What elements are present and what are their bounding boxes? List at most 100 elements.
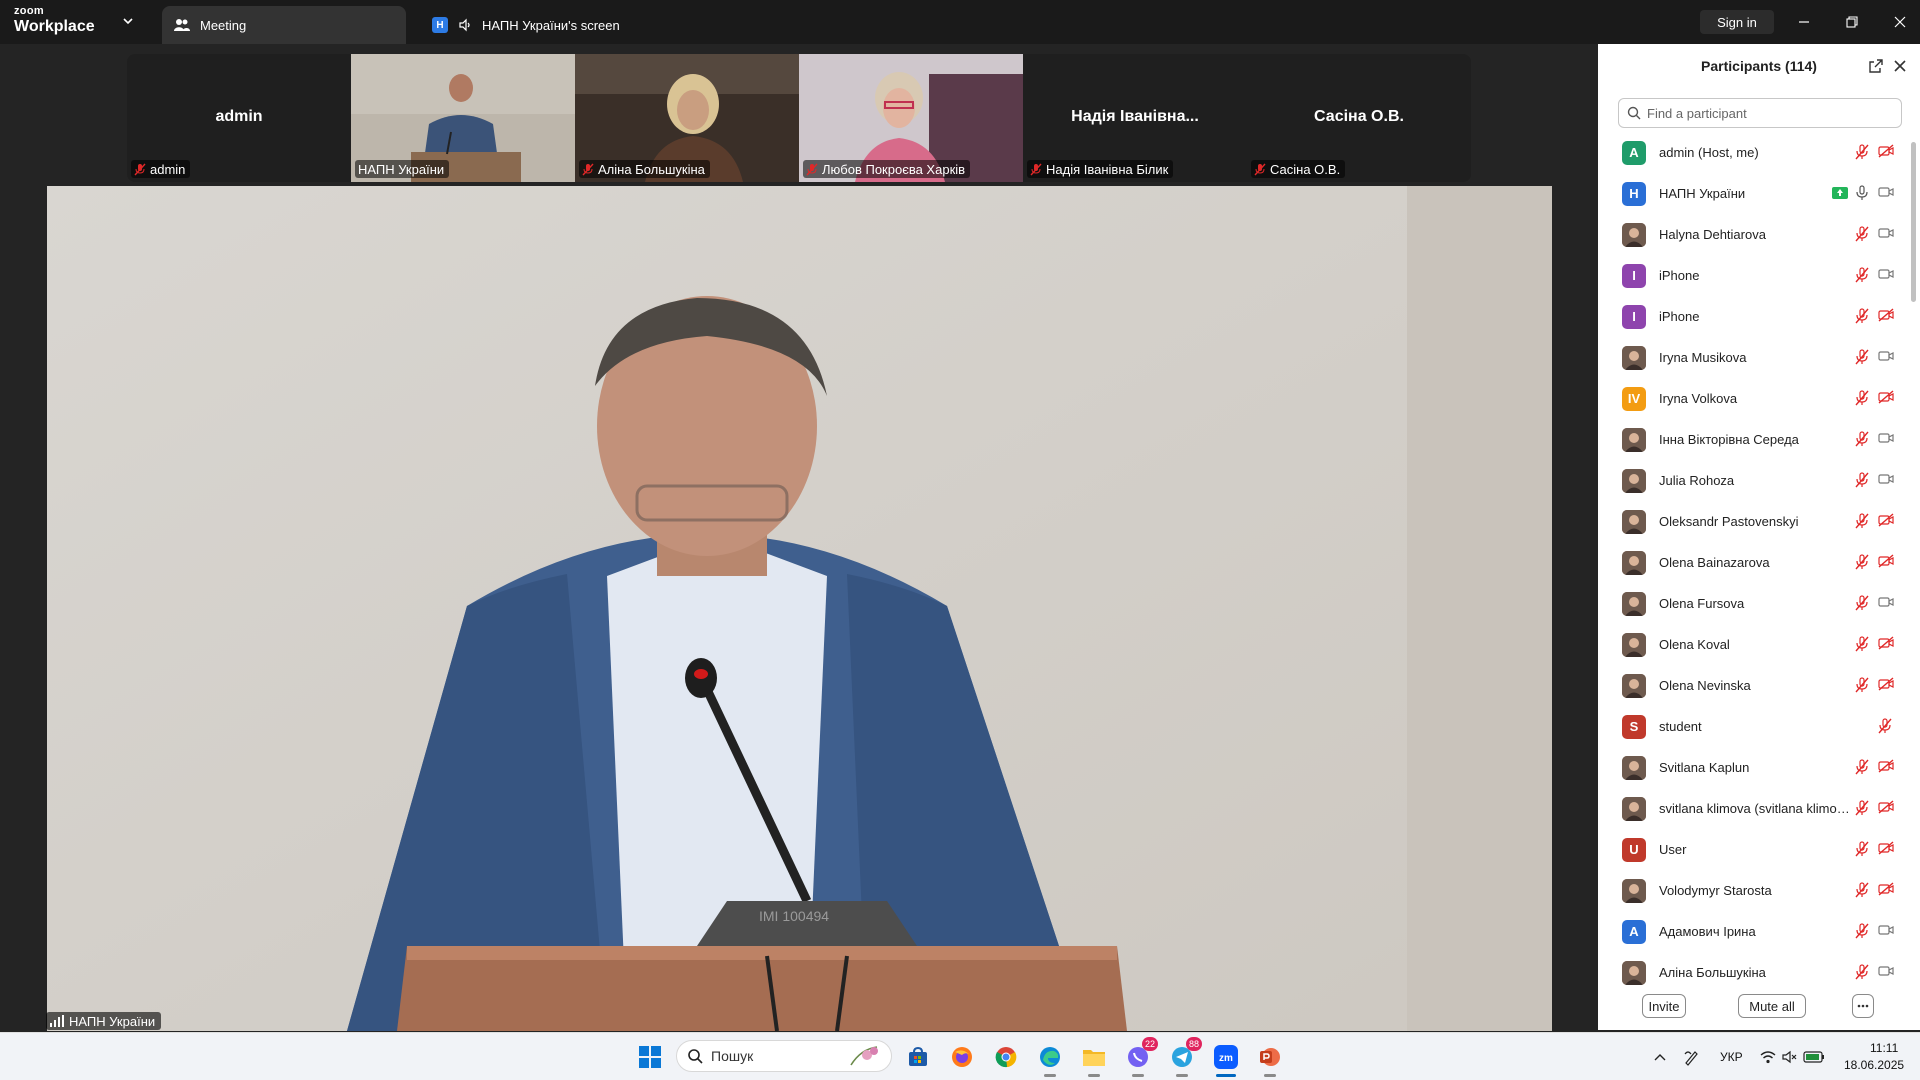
video-camera-icon[interactable] [1878, 431, 1894, 445]
participant-row[interactable]: U User [1598, 829, 1908, 870]
taskbar-search-box[interactable]: Пошук [676, 1040, 892, 1072]
video-off-icon[interactable] [1878, 554, 1894, 568]
video-camera-icon[interactable] [1878, 923, 1894, 937]
video-tile-liubov[interactable]: Любов Покроєва Харків [799, 54, 1023, 182]
video-tile-alina[interactable]: Аліна Большукіна [575, 54, 799, 182]
input-language-indicator[interactable]: УКР [1720, 1050, 1743, 1064]
video-off-icon[interactable] [1878, 513, 1894, 527]
mic-muted-icon[interactable] [1855, 226, 1869, 242]
close-icon[interactable] [1890, 12, 1910, 32]
restore-icon[interactable] [1842, 12, 1862, 32]
start-button[interactable] [634, 1041, 666, 1073]
mic-muted-icon[interactable] [1855, 472, 1869, 488]
mic-muted-icon[interactable] [1855, 595, 1869, 611]
participant-row[interactable]: A Адамович Ірина [1598, 911, 1908, 952]
participant-row[interactable]: Olena Koval [1598, 624, 1908, 665]
participant-row[interactable]: Oleksandr Pastovenskyi [1598, 501, 1908, 542]
mic-muted-icon[interactable] [1878, 718, 1892, 734]
powerpoint-icon[interactable] [1254, 1041, 1286, 1077]
sign-in-button[interactable]: Sign in [1700, 10, 1774, 34]
battery-charging-icon[interactable] [1798, 1041, 1830, 1073]
participant-row[interactable]: IV Iryna Volkova [1598, 378, 1908, 419]
mic-muted-icon[interactable] [1855, 923, 1869, 939]
edge-icon[interactable] [1034, 1041, 1066, 1077]
minimize-icon[interactable] [1794, 12, 1814, 32]
mic-muted-icon[interactable] [1855, 841, 1869, 857]
mic-muted-icon[interactable] [1855, 267, 1869, 283]
video-off-icon[interactable] [1878, 800, 1894, 814]
participant-row[interactable]: Svitlana Kaplun [1598, 747, 1908, 788]
mic-muted-icon[interactable] [1855, 882, 1869, 898]
participant-row[interactable]: Julia Rohoza [1598, 460, 1908, 501]
video-camera-icon[interactable] [1878, 472, 1894, 486]
mic-icon[interactable] [1855, 185, 1869, 201]
video-off-icon[interactable] [1878, 636, 1894, 650]
participant-row[interactable]: Olena Fursova [1598, 583, 1908, 624]
show-hidden-icons-chevron-icon[interactable] [1644, 1041, 1676, 1073]
more-options-button[interactable] [1852, 994, 1874, 1018]
video-off-icon[interactable] [1878, 308, 1894, 322]
mic-muted-icon[interactable] [1855, 636, 1869, 652]
zoom-taskbar-icon[interactable]: zm [1210, 1041, 1242, 1077]
clock-date[interactable]: 18.06.2025 [1844, 1058, 1904, 1072]
video-camera-icon[interactable] [1878, 349, 1894, 363]
participant-row[interactable]: Olena Nevinska [1598, 665, 1908, 706]
participant-search[interactable] [1618, 98, 1902, 128]
mic-muted-icon[interactable] [1855, 677, 1869, 693]
mic-muted-icon[interactable] [1855, 144, 1869, 160]
participant-row[interactable]: H НАПН України [1598, 173, 1908, 214]
mic-muted-icon[interactable] [1855, 308, 1869, 324]
participant-row[interactable]: Аліна Большукіна [1598, 952, 1908, 993]
clock-time[interactable]: 11:11 [1870, 1041, 1898, 1055]
participant-row[interactable]: IiPhone [1598, 255, 1908, 296]
video-off-icon[interactable] [1878, 882, 1894, 896]
mic-muted-icon[interactable] [1855, 390, 1869, 406]
scrollbar-thumb[interactable] [1911, 142, 1916, 302]
mic-muted-icon[interactable] [1855, 554, 1869, 570]
participant-row[interactable]: Aadmin (Host, me) [1598, 132, 1908, 173]
participant-row[interactable]: svitlana klimova (svitlana klimova) [1598, 788, 1908, 829]
participant-row[interactable]: Olena Bainazarova [1598, 542, 1908, 583]
zoom-workplace-logo[interactable]: zoom Workplace [14, 6, 95, 35]
mic-muted-icon[interactable] [1855, 349, 1869, 365]
file-explorer-icon[interactable] [1078, 1041, 1110, 1077]
participant-search-input[interactable] [1647, 105, 1887, 121]
firefox-icon[interactable] [946, 1041, 978, 1073]
mic-muted-icon[interactable] [1855, 513, 1869, 529]
chrome-icon[interactable] [990, 1041, 1022, 1073]
chevron-down-icon[interactable] [122, 15, 134, 27]
video-camera-icon[interactable] [1878, 964, 1894, 978]
participant-row[interactable]: IiPhone [1598, 296, 1908, 337]
mic-muted-icon[interactable] [1855, 964, 1869, 980]
video-tile-napn[interactable]: НАПН України [351, 54, 575, 182]
video-off-icon[interactable] [1878, 390, 1894, 404]
participant-row[interactable]: Halyna Dehtiarova [1598, 214, 1908, 255]
microsoft-store-icon[interactable] [902, 1041, 934, 1073]
mic-muted-icon[interactable] [1855, 800, 1869, 816]
telegram-icon[interactable]: 88 [1166, 1037, 1202, 1077]
tab-shared-screen[interactable]: H НАПН України's screen [420, 6, 720, 44]
video-camera-icon[interactable] [1878, 226, 1894, 240]
video-camera-icon[interactable] [1878, 185, 1894, 199]
mic-muted-icon[interactable] [1855, 759, 1869, 775]
participant-row[interactable]: Інна Вікторівна Середа [1598, 419, 1908, 460]
participant-row[interactable]: Volodymyr Starosta [1598, 870, 1908, 911]
mic-muted-icon[interactable] [1855, 431, 1869, 447]
video-off-icon[interactable] [1878, 144, 1894, 158]
mute-all-button[interactable]: Mute all [1738, 994, 1806, 1018]
participant-row[interactable]: Sstudent [1598, 706, 1908, 747]
video-camera-icon[interactable] [1878, 595, 1894, 609]
close-panel-icon[interactable] [1892, 58, 1908, 74]
video-off-icon[interactable] [1878, 841, 1894, 855]
video-tile-sasina[interactable]: Сасіна О.В. Сасіна О.В. [1247, 54, 1471, 182]
video-tile-admin[interactable]: admin admin [127, 54, 351, 182]
invite-button[interactable]: Invite [1642, 994, 1686, 1018]
pop-out-icon[interactable] [1868, 58, 1884, 74]
active-speaker-video[interactable]: IMI 100494 [47, 186, 1552, 1031]
participant-row[interactable]: Iryna Musikova [1598, 337, 1908, 378]
video-camera-icon[interactable] [1878, 267, 1894, 281]
pen-menu-icon[interactable] [1676, 1041, 1708, 1073]
video-tile-nadia[interactable]: Надія Іванівна... Надія Іванівна Білик [1023, 54, 1247, 182]
tab-meeting[interactable]: Meeting [162, 6, 406, 44]
video-off-icon[interactable] [1878, 759, 1894, 773]
